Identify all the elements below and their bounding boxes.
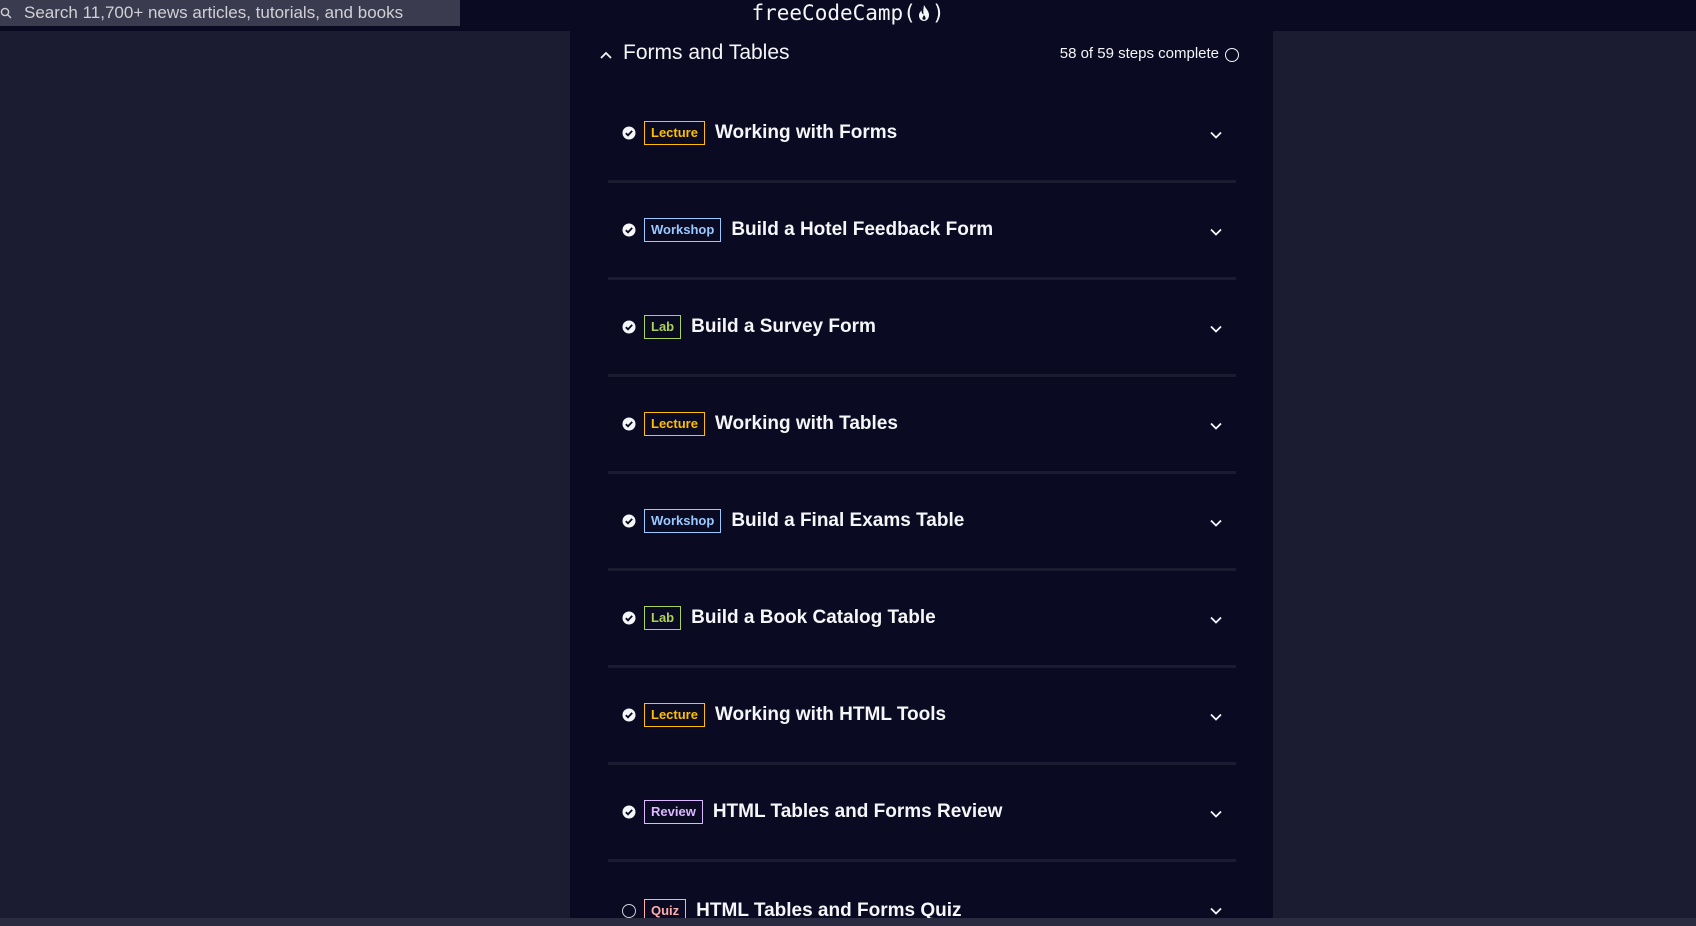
block-progress-text: 58 of 59 steps complete: [1059, 45, 1219, 62]
module-type-badge: Lecture: [644, 121, 705, 145]
check-circle-icon: [622, 708, 636, 722]
flame-icon: [918, 5, 929, 21]
search-bar[interactable]: [0, 0, 460, 26]
check-circle-icon: [622, 320, 636, 334]
module-title: Working with HTML Tools: [714, 704, 947, 725]
module-title: Build a Hotel Feedback Form: [731, 219, 994, 240]
search-icon: [0, 0, 22, 26]
check-circle-icon: [622, 417, 636, 431]
check-circle-icon: [622, 514, 636, 528]
block-header[interactable]: Forms and Tables 58 of 59 steps complete: [570, 31, 1273, 79]
module-row[interactable]: Workshop Build a Hotel Feedback Form: [608, 183, 1236, 280]
module-title: Working with Forms: [714, 122, 898, 143]
check-circle-icon: [622, 126, 636, 140]
module-row[interactable]: Lab Build a Survey Form: [608, 280, 1236, 377]
brand-logo-text-right: ): [931, 1, 945, 25]
module-type-badge: Lecture: [644, 412, 705, 436]
chevron-down-icon[interactable]: [1209, 904, 1223, 918]
chevron-down-icon[interactable]: [1209, 807, 1223, 821]
brand-logo-text-left: freeCodeCamp(: [751, 1, 916, 25]
chevron-down-icon[interactable]: [1209, 710, 1223, 724]
module-row[interactable]: Review HTML Tables and Forms Review: [608, 765, 1236, 862]
module-title: Build a Book Catalog Table: [691, 607, 936, 628]
module-list: Lecture Working with Forms Workshop Build a…: [608, 86, 1236, 918]
module-row[interactable]: Workshop Build a Final Exams Table: [608, 474, 1236, 571]
module-row[interactable]: Lab Build a Book Catalog Table: [608, 571, 1236, 668]
chevron-down-icon[interactable]: [1209, 225, 1223, 239]
check-circle-icon: [622, 805, 636, 819]
module-type-badge: Workshop: [644, 509, 722, 533]
module-type-badge: Lab: [644, 606, 682, 630]
block-title: Forms and Tables: [623, 41, 790, 64]
module-row[interactable]: Quiz HTML Tables and Forms Quiz: [608, 862, 1236, 918]
progress-circle-icon: [1225, 48, 1239, 62]
module-type-badge: Quiz: [644, 898, 687, 918]
incomplete-circle-icon: [622, 903, 636, 918]
chevron-up-icon: [600, 51, 612, 59]
brand-logo-link[interactable]: freeCodeCamp( ): [751, 0, 944, 26]
check-circle-icon: [622, 611, 636, 625]
curriculum-block-panel: Forms and Tables 58 of 59 steps complete…: [570, 31, 1273, 918]
module-type-badge: Workshop: [644, 218, 722, 242]
module-row[interactable]: Lecture Working with Forms: [608, 86, 1236, 183]
module-type-badge: Lab: [644, 315, 682, 339]
module-row[interactable]: Lecture Working with Tables: [608, 377, 1236, 474]
module-title: HTML Tables and Forms Quiz: [696, 899, 962, 919]
module-title: Build a Survey Form: [691, 316, 876, 337]
chevron-down-icon[interactable]: [1209, 613, 1223, 627]
chevron-down-icon[interactable]: [1209, 516, 1223, 530]
module-title: HTML Tables and Forms Review: [712, 801, 1003, 822]
chevron-down-icon[interactable]: [1209, 128, 1223, 142]
top-navbar: freeCodeCamp( ): [0, 0, 1696, 31]
chevron-down-icon[interactable]: [1209, 419, 1223, 433]
check-circle-icon: [622, 223, 636, 237]
module-type-badge: Lecture: [644, 703, 705, 727]
module-title: Working with Tables: [714, 413, 898, 434]
chevron-down-icon[interactable]: [1209, 322, 1223, 336]
search-input[interactable]: [22, 0, 452, 26]
module-row[interactable]: Lecture Working with HTML Tools: [608, 668, 1236, 765]
module-type-badge: Review: [644, 800, 703, 824]
bottom-scrollbar-strip: [0, 918, 1696, 926]
module-title: Build a Final Exams Table: [731, 510, 965, 531]
